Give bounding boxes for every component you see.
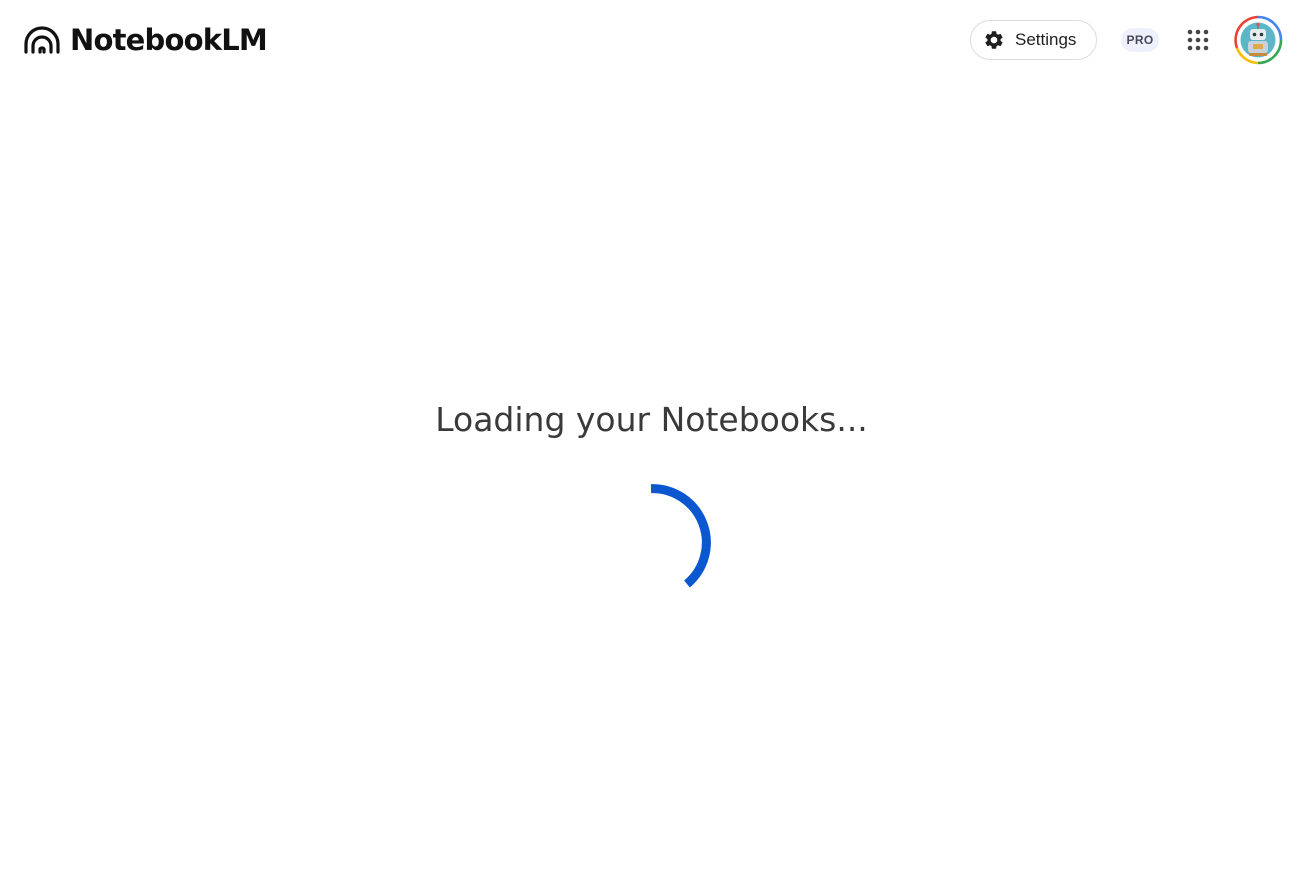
gear-icon <box>985 31 1003 49</box>
account-avatar[interactable] <box>1233 15 1283 65</box>
app-logo[interactable]: NotebookLM <box>24 22 268 58</box>
avatar-image <box>1234 15 1283 65</box>
notebooklm-page: NotebookLM Settings PRO Loading your Not… <box>0 0 1303 887</box>
app-name: NotebookLM <box>70 23 268 57</box>
top-app-bar: NotebookLM Settings PRO <box>0 0 1303 80</box>
google-apps-button[interactable] <box>1178 20 1218 60</box>
settings-label: Settings <box>1015 30 1077 49</box>
apps-grid-icon <box>1187 29 1209 51</box>
loading-message: Loading your Notebooks... <box>435 400 868 439</box>
loading-spinner-icon <box>650 484 711 588</box>
pro-badge: PRO <box>1121 28 1159 52</box>
notebooklm-logo-icon <box>24 26 60 54</box>
settings-button[interactable]: Settings <box>970 20 1097 60</box>
